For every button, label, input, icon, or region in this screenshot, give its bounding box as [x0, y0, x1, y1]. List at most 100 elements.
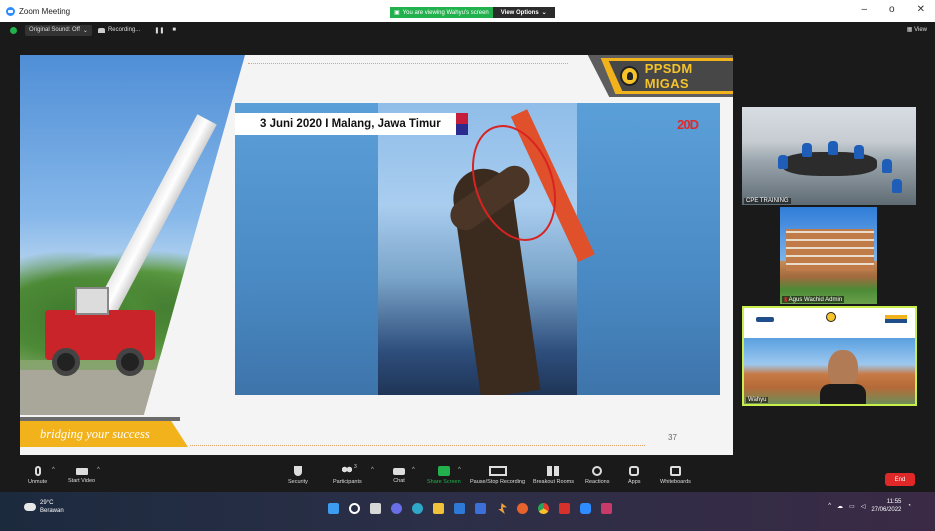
maximize-button[interactable]: o	[889, 4, 895, 15]
video-off-icon	[75, 468, 88, 475]
slide-page-number: 37	[668, 433, 677, 442]
background-logos	[750, 312, 913, 332]
acrobat-icon[interactable]	[559, 503, 570, 514]
weather-widget[interactable]: 29°C Berawan	[24, 499, 64, 515]
chevron-down-icon: ⌄	[541, 10, 547, 16]
dotted-divider	[248, 63, 568, 64]
view-options-button[interactable]: View Options ⌄	[492, 7, 555, 18]
window-title: Zoom Meeting	[19, 6, 71, 16]
unmute-button[interactable]: Unmute	[28, 466, 47, 485]
logo-icon	[885, 315, 907, 323]
weather-condition: Berawan	[40, 508, 64, 514]
recording-status: Recording...	[107, 27, 141, 33]
search-icon[interactable]	[349, 503, 360, 514]
participants-options-caret[interactable]: ^	[371, 467, 374, 473]
shield-icon	[293, 466, 302, 476]
pause-recording-button[interactable]: ❚❚	[154, 27, 164, 34]
task-view-icon[interactable]	[370, 503, 381, 514]
view-button[interactable]: ▦ View	[907, 26, 927, 33]
participant-name: CPE TRAINING	[744, 198, 791, 204]
apps-icon	[629, 466, 640, 476]
chat-app-icon[interactable]	[391, 503, 402, 514]
video-options-caret[interactable]: ^	[97, 467, 100, 473]
chat-button[interactable]: Chat	[393, 466, 405, 484]
chat-icon	[393, 468, 405, 475]
clock-time: 11:55	[886, 499, 902, 505]
participant-name: Wahyu	[746, 397, 769, 403]
share-screen-button[interactable]: Share Screen	[427, 466, 461, 485]
volume-icon[interactable]: ◁	[861, 503, 866, 510]
end-meeting-button[interactable]: End	[885, 473, 915, 486]
participants-icon	[341, 466, 354, 476]
chevron-down-icon: ⌄	[82, 27, 88, 34]
chrome-icon[interactable]	[538, 503, 549, 514]
shared-screen: PPSDM MIGAS 3 Juni 2020 I Malang, Jawa T…	[20, 55, 733, 455]
title-bar: Zoom Meeting ▣ You are viewing Wahyu's s…	[0, 0, 935, 22]
pause-stop-recording-button[interactable]: Pause/Stop Recording	[470, 466, 525, 485]
firefox-icon[interactable]	[517, 503, 528, 514]
zoom-app-icon[interactable]	[580, 503, 591, 514]
notification-icon[interactable]: ◔	[907, 503, 911, 509]
minimize-button[interactable]: –	[861, 4, 867, 15]
participant-tile[interactable]: CPE TRAINING	[742, 107, 916, 205]
whiteboard-icon	[669, 466, 681, 476]
participants-button[interactable]: Participants	[333, 466, 362, 485]
video-badge: 20D	[677, 117, 699, 132]
logo-icon	[756, 317, 774, 322]
crane-photo	[20, 55, 245, 415]
mail-icon[interactable]	[454, 503, 465, 514]
participant-video	[820, 350, 866, 404]
whiteboards-button[interactable]: Whiteboards	[660, 466, 691, 485]
share-screen-icon	[437, 466, 450, 476]
breakout-rooms-button[interactable]: Breakout Rooms	[533, 466, 574, 485]
security-button[interactable]: Security	[288, 466, 308, 485]
original-sound-toggle[interactable]: Original Sound: Off ⌄	[25, 24, 92, 36]
brand-banner: PPSDM MIGAS	[568, 55, 733, 97]
window-controls: – o ✕	[861, 4, 925, 15]
encryption-shield-icon[interactable]	[10, 26, 17, 34]
participant-name: ▮ Agus Wachid Admin	[782, 296, 845, 303]
recording-icon	[97, 27, 105, 33]
participant-tile[interactable]: ▮ Agus Wachid Admin	[780, 207, 877, 304]
meeting-toolbar: Unmute ^ Start Video ^ Security Particip…	[0, 462, 935, 492]
edge-browser-icon[interactable]	[412, 503, 423, 514]
viewing-indicator: ▣ You are viewing Wahyu's screen	[390, 7, 493, 18]
winamp-icon[interactable]	[498, 503, 507, 514]
mic-muted-icon	[34, 466, 41, 476]
screen-share-icon: ▣	[394, 10, 400, 16]
share-options-caret[interactable]: ^	[458, 467, 461, 473]
taskbar-apps	[328, 503, 612, 514]
cloud-icon	[24, 503, 36, 511]
caption-flag	[456, 113, 468, 135]
file-explorer-icon[interactable]	[433, 503, 444, 514]
stop-recording-button[interactable]: ■	[172, 27, 176, 33]
close-button[interactable]: ✕	[917, 4, 925, 15]
network-icon[interactable]: ▭	[849, 503, 855, 510]
chat-options-caret[interactable]: ^	[412, 467, 415, 473]
app-icon[interactable]	[601, 503, 612, 514]
chevron-up-icon[interactable]: ^	[828, 503, 831, 509]
audio-options-caret[interactable]: ^	[52, 467, 55, 473]
tagline-banner: bridging your success	[20, 421, 188, 447]
reactions-icon	[592, 466, 603, 476]
breakout-icon	[547, 466, 560, 476]
apps-button[interactable]: Apps	[628, 466, 641, 485]
participant-count: 3	[354, 464, 357, 470]
zoom-logo-icon	[6, 6, 15, 16]
viewing-banner: ▣ You are viewing Wahyu's screen View Op…	[390, 7, 555, 18]
brand-name: PPSDM MIGAS	[644, 61, 693, 91]
onedrive-icon[interactable]: ☁	[837, 503, 843, 510]
windows-start-icon[interactable]	[328, 503, 339, 514]
meeting-top-bar: Original Sound: Off ⌄ Recording... ❚❚ ■ …	[0, 22, 935, 38]
ppsdm-logo-icon	[826, 312, 836, 322]
participant-tile-active-speaker[interactable]: Wahyu	[742, 306, 917, 406]
video-caption: 3 Juni 2020 I Malang, Jawa Timur	[235, 113, 468, 135]
reactions-button[interactable]: Reactions	[585, 466, 609, 485]
clock-date: 27/06/2022	[871, 507, 902, 513]
store-icon[interactable]	[475, 503, 486, 514]
start-video-button[interactable]: Start Video	[68, 466, 95, 484]
dotted-divider	[190, 445, 645, 446]
taskbar-clock[interactable]: 11:55 27/06/2022	[871, 498, 901, 514]
windows-taskbar: 29°C Berawan ^ ☁ ▭ ◁ 11:55 27/06/2022 ◔	[0, 492, 935, 531]
slide-video-frame: 3 Juni 2020 I Malang, Jawa Timur 20D	[235, 103, 720, 395]
